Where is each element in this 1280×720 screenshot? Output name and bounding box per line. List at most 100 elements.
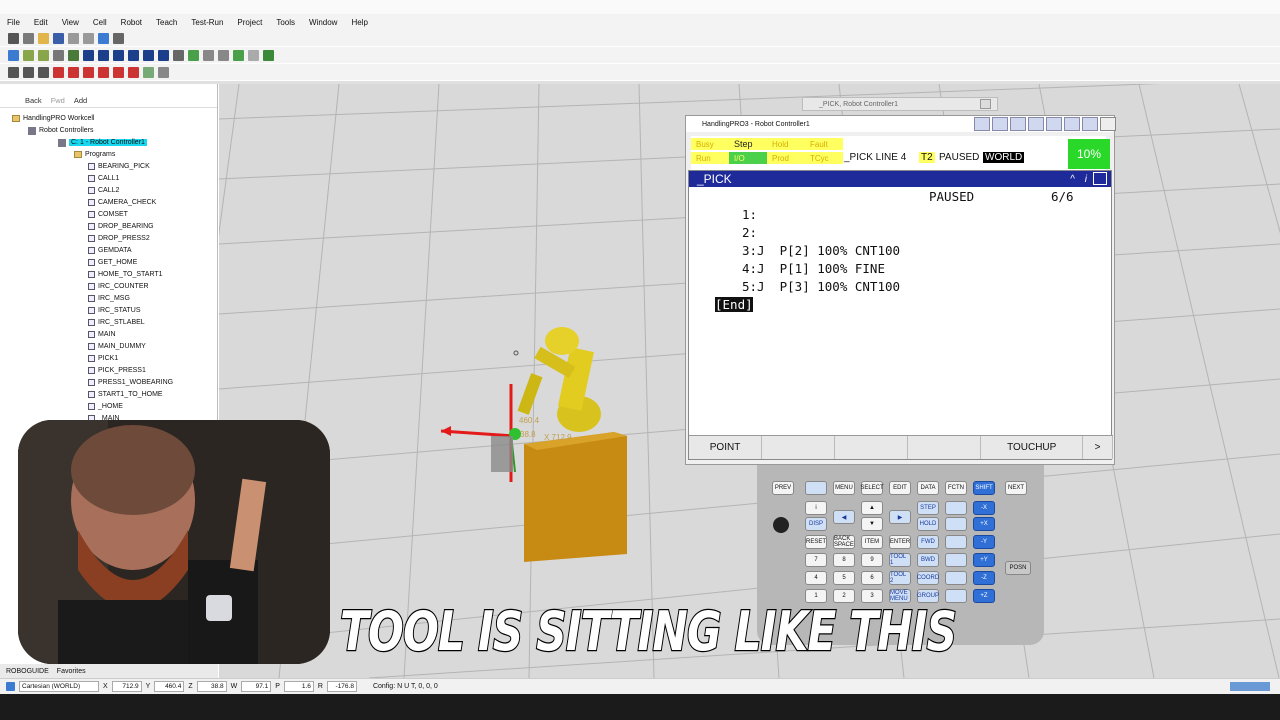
program-line[interactable]: 1: — [742, 207, 757, 222]
close-icon[interactable] — [980, 99, 991, 109]
jog-y-plus-key[interactable]: +Y — [973, 553, 995, 567]
tree-program-item[interactable]: PICK_PRESS1 — [88, 365, 146, 376]
tree-program-item[interactable]: IRC_STATUS — [88, 305, 141, 316]
target-icon[interactable] — [203, 49, 214, 61]
program-end-marker[interactable]: [End] — [715, 297, 753, 312]
maximize-icon[interactable] — [1093, 172, 1107, 185]
graph-icon[interactable] — [173, 49, 184, 61]
play-icon[interactable] — [98, 49, 109, 61]
arrow-down-icon[interactable]: ▼ — [861, 517, 883, 531]
delete-icon[interactable] — [974, 117, 990, 131]
jog-z-minus-key[interactable]: -Z — [973, 571, 995, 585]
add-button[interactable]: Add — [74, 96, 87, 105]
new-icon[interactable] — [23, 32, 34, 44]
tree-program-item[interactable]: GEMDATA — [88, 245, 132, 256]
tree-program-item[interactable]: CAMERA_CHECK — [88, 197, 156, 208]
frame-select[interactable]: Cartesian (WORLD) — [19, 681, 99, 692]
frame-selector-icon[interactable] — [6, 682, 15, 691]
reset-key[interactable]: RESET — [805, 535, 827, 549]
redo-icon[interactable] — [83, 32, 94, 44]
step-key[interactable]: STEP — [917, 501, 939, 515]
move-icon[interactable] — [53, 49, 64, 61]
menu-view[interactable]: View — [55, 18, 86, 27]
next-page-key[interactable]: > — [1083, 436, 1113, 459]
arrow-up-icon[interactable]: ▲ — [861, 501, 883, 515]
jog-blank-4[interactable] — [945, 553, 967, 567]
f3-key[interactable] — [835, 436, 909, 459]
program-line[interactable]: 3:J P[2] 100% CNT100 — [742, 243, 900, 258]
menu-tools[interactable]: Tools — [269, 18, 302, 27]
view-options-icon[interactable] — [143, 66, 154, 78]
menu-project[interactable]: Project — [230, 18, 269, 27]
tree-program-item[interactable]: GET_HOME — [88, 257, 137, 268]
tree-program-item[interactable]: MAIN_DUMMY — [88, 341, 146, 352]
stop-icon[interactable] — [128, 49, 139, 61]
w-field[interactable]: 97.1 — [241, 681, 272, 692]
item-key[interactable]: ITEM — [861, 535, 883, 549]
f4-key[interactable] — [908, 436, 982, 459]
key-7[interactable]: 7 — [805, 553, 827, 567]
key-9[interactable]: 9 — [861, 553, 883, 567]
tree-program-item[interactable]: PRESS1_WOBEARING — [88, 377, 173, 388]
tree-controller[interactable]: C: 1 - Robot Controller1 — [58, 137, 147, 148]
backspace-key[interactable]: BACK SPACE — [833, 535, 855, 549]
close-icon[interactable] — [1100, 117, 1116, 131]
zoom-window-icon[interactable] — [23, 66, 34, 78]
info-icon[interactable]: i — [1085, 174, 1087, 185]
fctn-key[interactable]: FCTN — [945, 481, 967, 495]
menu-robot[interactable]: Robot — [114, 18, 149, 27]
next-key[interactable]: NEXT — [1005, 481, 1027, 495]
online-icon[interactable] — [248, 49, 259, 61]
menu-key[interactable]: MENU — [833, 481, 855, 495]
f-key-blank[interactable] — [805, 481, 827, 495]
record-icon[interactable] — [83, 49, 94, 61]
jog-x-plus-key[interactable]: +X — [973, 517, 995, 531]
f2-key[interactable] — [762, 436, 836, 459]
tab-favorites[interactable]: Favorites — [57, 668, 86, 675]
menu-teach[interactable]: Teach — [149, 18, 184, 27]
tree-program-item[interactable]: START1_TO_HOME — [88, 389, 163, 400]
zoom-icon[interactable] — [8, 66, 19, 78]
jog-x-minus-key[interactable]: -X — [973, 501, 995, 515]
tree-program-item[interactable]: CALL2 — [88, 185, 119, 196]
power-switch-icon[interactable] — [773, 517, 789, 533]
zoom-extents-icon[interactable] — [38, 66, 49, 78]
pause-icon[interactable] — [113, 49, 124, 61]
menu-edit[interactable]: Edit — [27, 18, 55, 27]
tree-programs[interactable]: Programs — [74, 149, 115, 160]
refresh-icon[interactable] — [1028, 117, 1044, 131]
r-field[interactable]: -176.8 — [326, 681, 357, 692]
f5-touchup-key[interactable]: TOUCHUP — [981, 436, 1084, 459]
jog-blank-3[interactable] — [945, 535, 967, 549]
disp-key[interactable]: DISP — [805, 517, 827, 531]
edit-key[interactable]: EDIT — [889, 481, 911, 495]
tree-program-item[interactable]: BEARING_PICK — [88, 161, 150, 172]
y-field[interactable]: 460.4 — [154, 681, 185, 692]
tree-program-item[interactable]: _HOME — [88, 401, 123, 412]
menu-window[interactable]: Window — [302, 18, 344, 27]
tree-program-item[interactable]: PICK1 — [88, 353, 118, 364]
tool1-key[interactable]: TOOL 1 — [889, 553, 911, 567]
info-key-icon[interactable]: i — [805, 501, 827, 515]
program-line[interactable]: 4:J P[1] 100% FINE — [742, 261, 885, 276]
tree-program-item[interactable]: IRC_COUNTER — [88, 281, 149, 292]
select-icon[interactable] — [8, 49, 19, 61]
key-8[interactable]: 8 — [833, 553, 855, 567]
shift-key[interactable]: SHIFT — [973, 481, 995, 495]
forward-button[interactable]: Fwd — [51, 96, 65, 105]
teach-icon[interactable] — [68, 49, 79, 61]
help-icon[interactable] — [1082, 117, 1098, 131]
person-icon[interactable] — [233, 49, 244, 61]
data-key[interactable]: DATA — [917, 481, 939, 495]
coord-key[interactable]: COORD — [917, 571, 939, 585]
jog-blank-2[interactable] — [945, 517, 967, 531]
key-6[interactable]: 6 — [861, 571, 883, 585]
part-icon[interactable] — [38, 49, 49, 61]
tree-program-item[interactable]: DROP_PRESS2 — [88, 233, 150, 244]
jog-y-minus-key[interactable]: -Y — [973, 535, 995, 549]
tab-roboguide[interactable]: ROBOGUIDE — [6, 668, 49, 675]
axis-icon[interactable] — [68, 66, 79, 78]
tree-program-item[interactable]: CALL1 — [88, 173, 119, 184]
prev-key[interactable]: PREV — [772, 481, 794, 495]
enter-key[interactable]: ENTER — [889, 535, 911, 549]
